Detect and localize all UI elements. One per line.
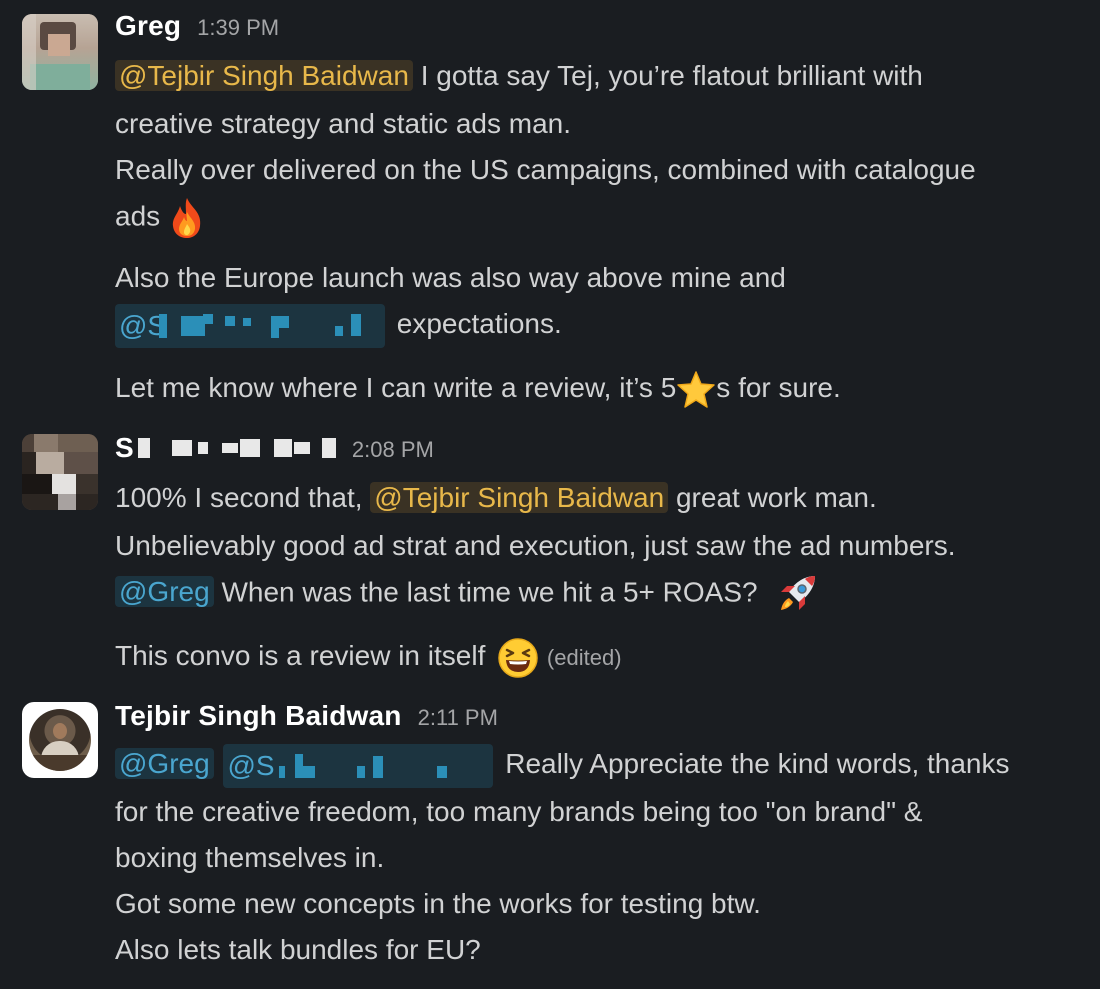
mention-tejbir[interactable]: @Tejbir Singh Baidwan [115, 60, 413, 91]
mention-label: @S [227, 750, 275, 781]
message-line: ads [115, 196, 206, 240]
author-initial: S [115, 432, 134, 463]
timestamp[interactable]: 2:08 PM [352, 437, 434, 463]
mention-redacted-user[interactable]: @S [223, 744, 494, 788]
message-header: Greg 1:39 PM [115, 10, 279, 42]
author-name-redacted [137, 436, 336, 460]
avatar-greg[interactable] [22, 14, 98, 90]
message-line: This convo is a review in itself (edited… [115, 636, 622, 679]
timestamp[interactable]: 2:11 PM [418, 705, 498, 731]
rocket-emoji-icon [775, 572, 819, 616]
message-line: @Greg @S Really Appreciate the kind word… [115, 744, 1010, 788]
timestamp[interactable]: 1:39 PM [197, 15, 279, 41]
star-emoji-icon [676, 370, 716, 410]
mention-greg[interactable]: @Greg [115, 576, 214, 608]
message-header: Tejbir Singh Baidwan 2:11 PM [115, 700, 498, 732]
message-line: Also the Europe launch was also way abov… [115, 262, 786, 293]
message-line: Got some new concepts in the works for t… [115, 888, 761, 919]
message-text: When was the last time we hit a 5+ ROAS? [213, 576, 758, 608]
message-line: creative strategy and static ads man. [115, 108, 571, 139]
message-line: 100% I second that, @Tejbir Singh Baidwa… [115, 478, 877, 518]
fire-emoji-icon [168, 196, 206, 240]
message-line: boxing themselves in. [115, 842, 385, 873]
message-text: expectations. [396, 308, 562, 340]
message-line: Also lets talk bundles for EU? [115, 934, 481, 965]
message-line: @Tejbir Singh Baidwan I gotta say Tej, y… [115, 56, 923, 96]
message-text: s for sure. [716, 372, 841, 403]
message-text: I gotta say Tej, you’re flatout brillian… [412, 60, 923, 91]
message-line: @Greg When was the last time we hit a 5+… [115, 572, 819, 616]
message-text: Let me know where I can write a review, … [115, 372, 677, 403]
author-name[interactable]: S [115, 432, 336, 464]
message-text: This convo is a review in itself [115, 640, 486, 671]
author-name[interactable]: Tejbir Singh Baidwan [115, 700, 402, 732]
message-line: for the creative freedom, too many brand… [115, 796, 923, 827]
mention-tejbir[interactable]: @Tejbir Singh Baidwan [370, 482, 669, 513]
message-text: Really Appreciate the kind words, thanks [505, 748, 1010, 780]
avatar-tejbir[interactable] [22, 702, 98, 778]
mention-greg[interactable]: @Greg [115, 748, 214, 780]
edited-label: (edited) [546, 645, 622, 670]
message-header: S 2:08 PM [115, 432, 434, 464]
message-line: Let me know where I can write a review, … [115, 368, 841, 410]
message-text: great work man. [668, 482, 877, 513]
avatar-photo [29, 709, 91, 771]
message-line: @S expectations. [115, 304, 562, 348]
laughing-emoji-icon [497, 637, 539, 679]
message-text: 100% I second that, [115, 482, 371, 513]
message-line: Unbelievably good ad strat and execution… [115, 530, 956, 561]
mention-redacted-user[interactable]: @S [115, 304, 385, 348]
message-text: ads [115, 200, 161, 232]
message-line: Really over delivered on the US campaign… [115, 154, 976, 185]
author-name[interactable]: Greg [115, 10, 181, 42]
avatar-redacted-user[interactable] [22, 434, 98, 510]
